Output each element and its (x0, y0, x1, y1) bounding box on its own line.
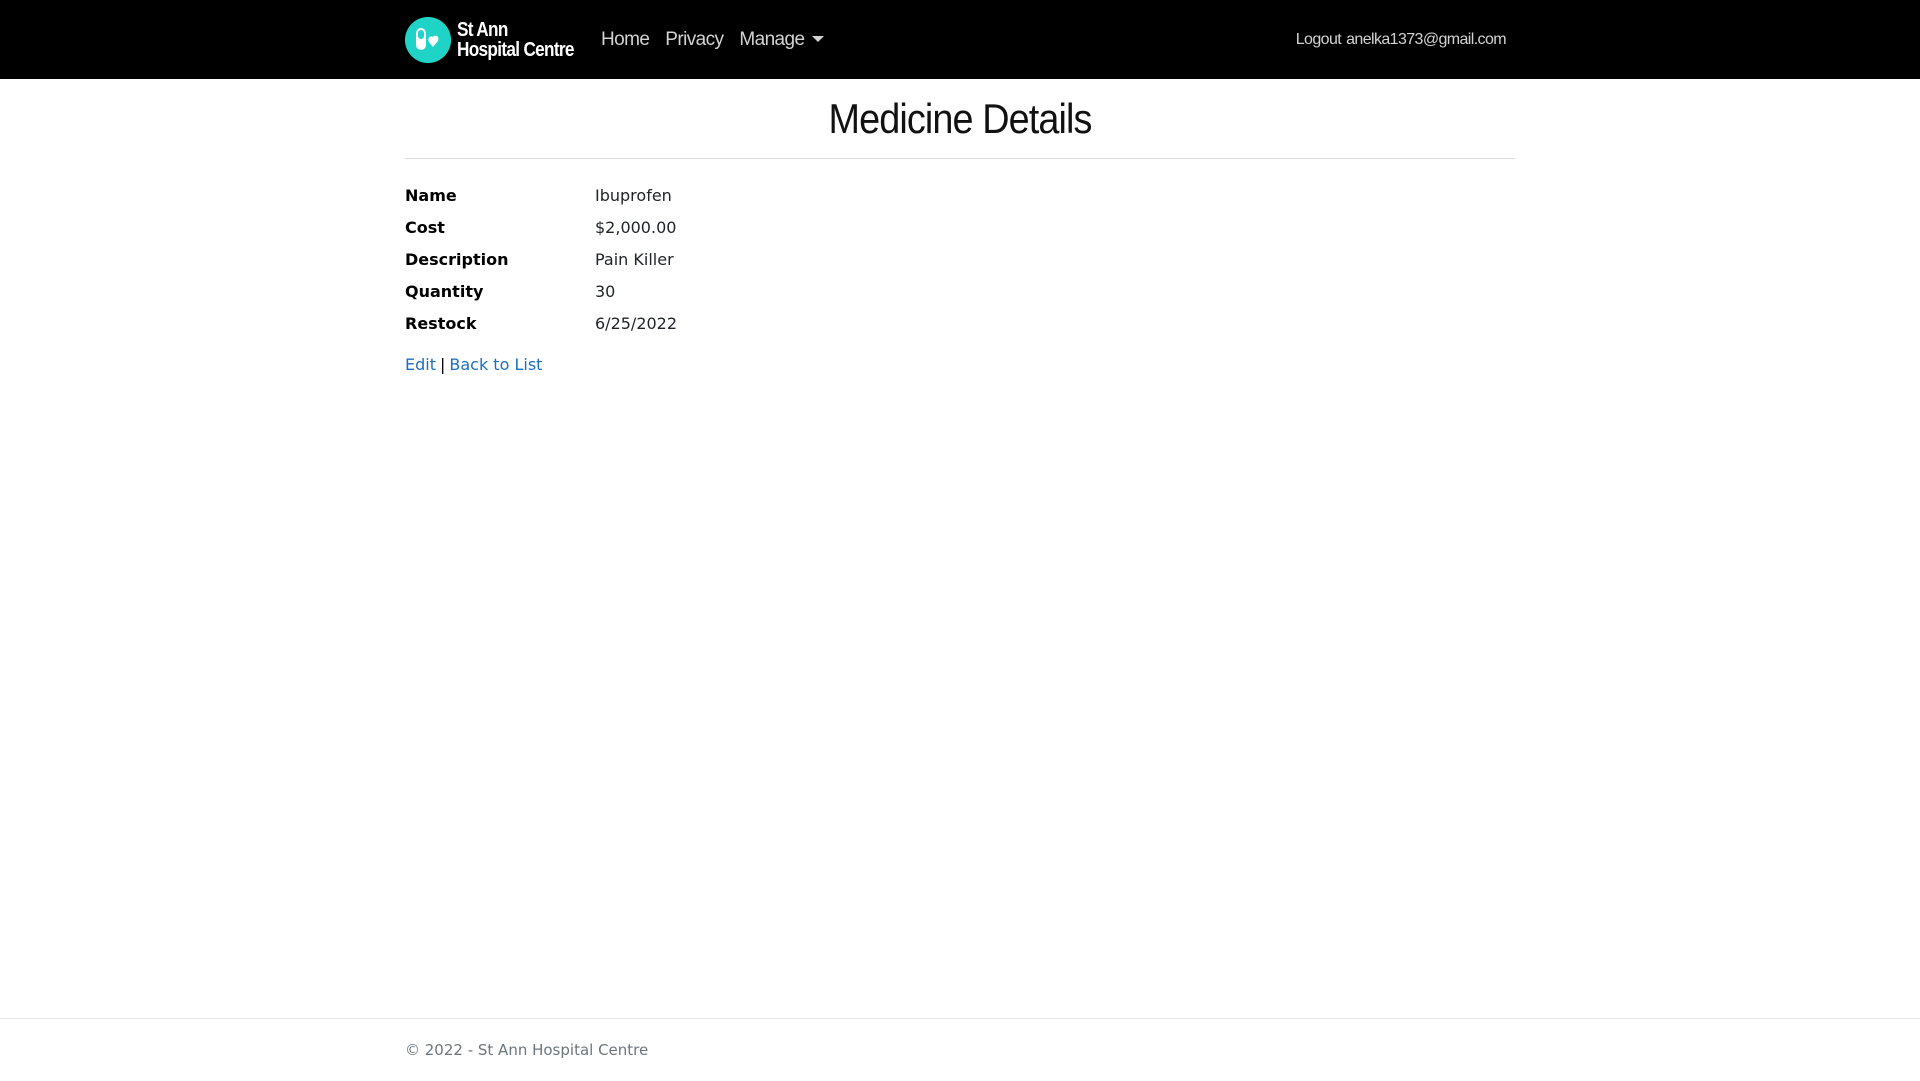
detail-value: 30 (595, 281, 616, 301)
detail-row-cost: Cost $2,000.00 (405, 211, 1515, 243)
detail-label: Quantity (405, 281, 484, 301)
brand-name: St Ann Hospital Centre (457, 20, 574, 60)
nav-manage-dropdown[interactable]: Manage (739, 28, 825, 51)
detail-label: Description (405, 249, 509, 269)
main-nav: Home Privacy Manage (601, 0, 840, 79)
detail-value: Ibuprofen (595, 185, 672, 205)
brand-line-1: St Ann (457, 19, 508, 41)
brand-link[interactable]: St Ann Hospital Centre (405, 17, 593, 63)
user-email: anelka1373@gmail.com (1346, 30, 1507, 48)
action-separator: | (439, 355, 446, 374)
detail-label: Restock (405, 313, 477, 333)
detail-row-quantity: Quantity 30 (405, 275, 1515, 307)
brand-line-2: Hospital Centre (457, 39, 574, 61)
detail-label: Name (405, 185, 457, 205)
nav-privacy-link[interactable]: Privacy (665, 29, 724, 51)
navbar-container: St Ann Hospital Centre Home Privacy Mana… (405, 0, 1515, 79)
top-navbar: St Ann Hospital Centre Home Privacy Mana… (0, 0, 1920, 79)
chevron-down-icon (812, 36, 825, 43)
nav-home-link[interactable]: Home (601, 29, 650, 51)
back-to-list-link[interactable]: Back to List (449, 355, 542, 374)
detail-value: Pain Killer (595, 249, 674, 269)
detail-actions: Edit | Back to List (405, 355, 1515, 374)
detail-row-name: Name Ibuprofen (405, 179, 1515, 211)
edit-link[interactable]: Edit (405, 355, 436, 374)
page-title: Medicine Details (828, 95, 1093, 142)
detail-row-restock: Restock 6/25/2022 (405, 307, 1515, 339)
detail-value: 6/25/2022 (595, 313, 678, 333)
detail-value: $2,000.00 (595, 217, 677, 237)
details-list: Name Ibuprofen Cost $2,000.00 Descriptio… (405, 179, 1515, 339)
detail-label: Cost (405, 217, 445, 237)
page-footer: © 2022 - St Ann Hospital Centre (0, 1018, 1920, 1081)
footer-copyright: © 2022 - St Ann Hospital Centre (405, 1041, 649, 1059)
main-content: Medicine Details Name Ibuprofen Cost $2,… (405, 79, 1515, 374)
logout-link[interactable]: Logout (1296, 31, 1342, 49)
user-area: Logout anelka1373@gmail.com (1296, 0, 1507, 79)
title-divider (405, 158, 1515, 159)
pill-capsule-icon (405, 17, 451, 63)
detail-row-description: Description Pain Killer (405, 243, 1515, 275)
nav-manage-label: Manage (739, 28, 805, 50)
